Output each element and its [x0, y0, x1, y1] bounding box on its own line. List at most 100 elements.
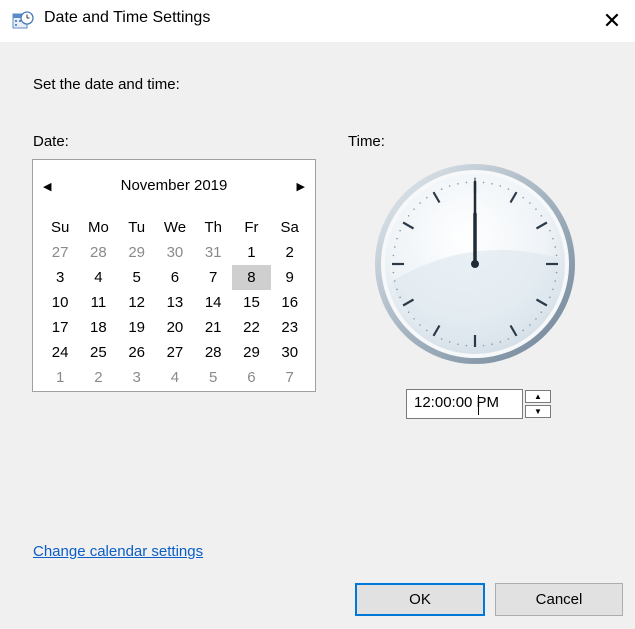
calendar-day[interactable]: 30 [156, 240, 194, 265]
calendar-day[interactable]: 6 [232, 365, 270, 390]
calendar-day[interactable]: 28 [194, 340, 232, 365]
calendar-control[interactable]: ◀ November 2019 ▶ Su Mo Tu We Th Fr Sa 27 28 29 3… [32, 159, 316, 392]
calendar-day[interactable]: 1 [232, 240, 270, 265]
clock-minute-tick [529, 202, 531, 204]
clock-minute-tick [540, 311, 543, 313]
time-value: 12:00:00 PM [414, 394, 500, 411]
calendar-day[interactable]: 29 [118, 240, 156, 265]
month-title[interactable]: November 2019 [33, 175, 315, 197]
calendar-day[interactable]: 5 [194, 365, 232, 390]
clock-minute-tick [393, 280, 396, 282]
clock-minute-tick [482, 344, 485, 347]
calendar-day-selected[interactable]: 8 [232, 265, 271, 290]
calendar-day[interactable]: 15 [232, 290, 270, 315]
clock-minute-tick [540, 215, 543, 217]
instruction-text: Set the date and time: [33, 76, 180, 93]
spin-down-button[interactable]: ▼ [525, 405, 551, 418]
calendar-day[interactable]: 14 [194, 290, 232, 315]
calendar-day[interactable]: 5 [118, 265, 156, 290]
calendar-day[interactable]: 25 [79, 340, 117, 365]
calendar-day[interactable]: 16 [271, 290, 309, 315]
calendar-grid: Su Mo Tu We Th Fr Sa 27 28 29 30 31 1 2 3 4 5 6 7 8 9 10 11 12… [41, 215, 309, 390]
calendar-day[interactable]: 2 [271, 240, 309, 265]
calendar-day[interactable]: 2 [79, 365, 117, 390]
calendar-day[interactable]: 9 [271, 265, 309, 290]
clock-minute-tick [535, 208, 537, 210]
calendar-day[interactable]: 19 [118, 315, 156, 340]
calendar-day[interactable]: 27 [156, 340, 194, 365]
clock-minute-tick [457, 182, 459, 185]
calendar-day[interactable]: 4 [79, 265, 117, 290]
ok-button[interactable]: OK [355, 583, 485, 616]
calendar-day[interactable]: 12 [118, 290, 156, 315]
calendar-day[interactable]: 7 [194, 265, 232, 290]
calendar-week-row: 10 11 12 13 14 15 16 [41, 290, 309, 315]
clock-minute-tick [448, 185, 451, 187]
spin-up-button[interactable]: ▲ [525, 390, 551, 403]
change-calendar-settings-link[interactable]: Change calendar settings [33, 543, 203, 560]
clock-minute-tick [407, 215, 410, 217]
window-title: Date and Time Settings [44, 9, 211, 26]
clock-minute-tick [393, 246, 396, 248]
clock-minute-tick [491, 343, 493, 346]
weekday-header: Fr [244, 219, 259, 236]
calendar-day[interactable]: 22 [232, 315, 270, 340]
calendar-day[interactable]: 28 [79, 240, 117, 265]
time-label: Time: [348, 133, 385, 150]
clock-minute-tick [465, 181, 468, 184]
calendar-day[interactable]: 4 [156, 365, 194, 390]
clock-center-hub [471, 260, 479, 268]
calendar-day[interactable]: 27 [41, 240, 79, 265]
clock-minute-tick [457, 343, 459, 346]
next-month-button[interactable]: ▶ [291, 175, 305, 197]
calendar-day[interactable]: 20 [156, 315, 194, 340]
calendar-day[interactable]: 18 [79, 315, 117, 340]
calendar-week-row: 17 18 19 20 21 22 23 [41, 315, 309, 340]
title-bar: Date and Time Settings ✕ [0, 0, 635, 42]
triangle-down-icon: ▼ [534, 407, 542, 416]
clock-minute-tick [465, 344, 468, 347]
calendar-day[interactable]: 11 [79, 290, 117, 315]
calendar-day[interactable]: 31 [194, 240, 232, 265]
weekday-header: We [163, 219, 187, 236]
clock-minute-tick [419, 324, 421, 326]
calendar-header: ◀ November 2019 ▶ [33, 175, 315, 197]
weekday-header: Mo [87, 219, 109, 236]
calendar-day[interactable]: 1 [41, 365, 79, 390]
close-button[interactable]: ✕ [589, 0, 635, 42]
clock-minute-tick [392, 254, 395, 257]
clock-minute-tick [507, 338, 510, 340]
triangle-right-icon: ▶ [296, 180, 305, 193]
calendar-day[interactable]: 13 [156, 290, 194, 315]
calendar-day[interactable]: 29 [232, 340, 270, 365]
calendar-day[interactable]: 3 [118, 365, 156, 390]
calendar-day[interactable]: 24 [41, 340, 79, 365]
time-spinner[interactable]: ▲ ▼ [525, 390, 552, 419]
weekday-header: Sa [280, 219, 299, 236]
calendar-day[interactable]: 21 [194, 315, 232, 340]
analog-clock [375, 164, 575, 364]
clock-minute-tick [529, 324, 531, 326]
clock-minute-tick [448, 341, 451, 343]
cancel-button[interactable]: Cancel [495, 583, 623, 616]
clock-minute-tick [399, 296, 401, 299]
weekday-header-row: Su Mo Tu We Th Fr Sa [41, 215, 309, 240]
calendar-day[interactable]: 7 [271, 365, 309, 390]
weekday-header: Th [204, 219, 222, 236]
calendar-day[interactable]: 30 [271, 340, 309, 365]
clock-minute-tick [392, 271, 395, 274]
clock-minute-tick [491, 182, 493, 185]
calendar-day[interactable]: 3 [41, 265, 79, 290]
calendar-week-row: 24 25 26 27 28 29 30 [41, 340, 309, 365]
clock-minute-tick [552, 288, 554, 291]
calendar-day[interactable]: 10 [41, 290, 79, 315]
calendar-day[interactable]: 6 [156, 265, 194, 290]
time-input[interactable]: 12:00:00 PM [406, 389, 523, 419]
calendar-day[interactable]: 17 [41, 315, 79, 340]
close-icon: ✕ [602, 8, 622, 33]
clock-minute-tick [482, 181, 485, 184]
calendar-day[interactable]: 23 [271, 315, 309, 340]
calendar-week-row: 1234567 [41, 365, 309, 390]
clock-minute-tick [399, 229, 401, 232]
calendar-day[interactable]: 26 [118, 340, 156, 365]
